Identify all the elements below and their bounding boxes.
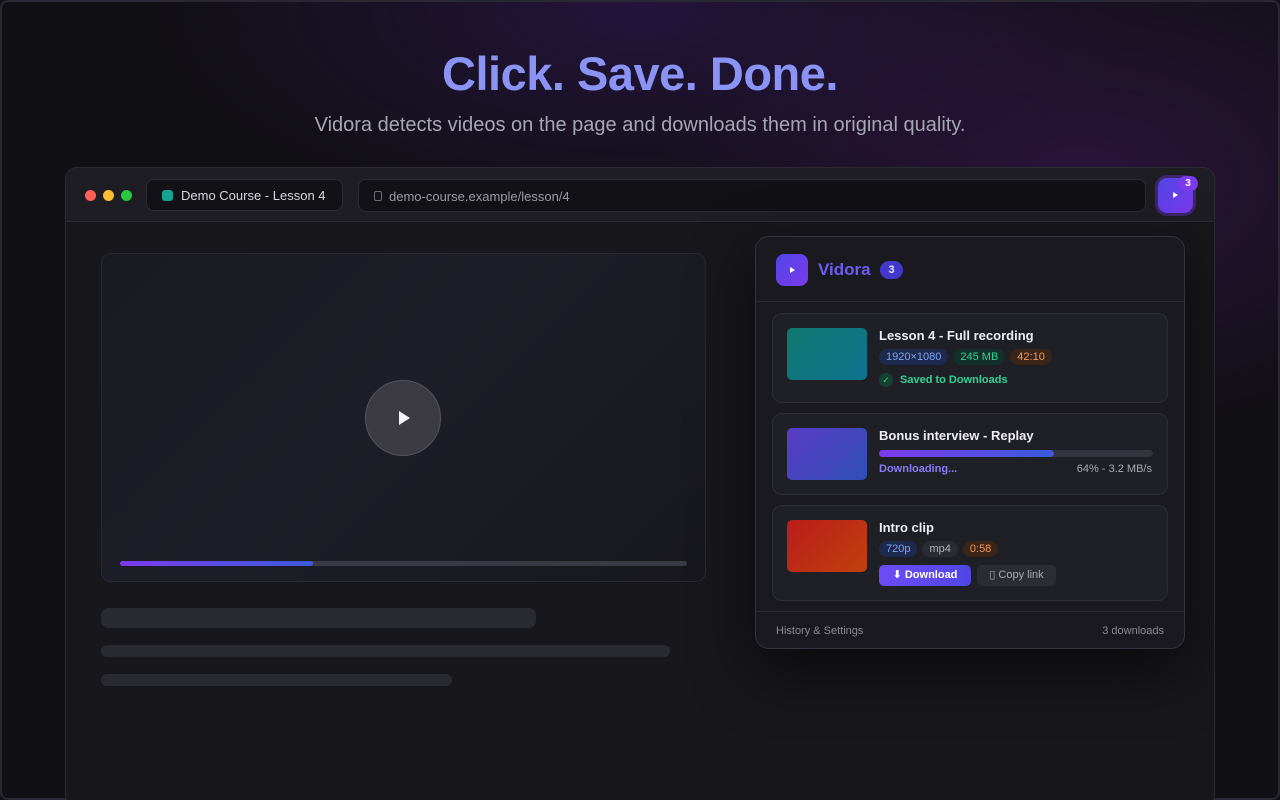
resolution-tag: 720p: [879, 541, 918, 557]
video-thumbnail: [787, 520, 867, 572]
minimize-window-button[interactable]: [103, 190, 114, 201]
url-text: demo-course.example/lesson/4: [389, 189, 570, 204]
downloads-count: 3 downloads: [1102, 625, 1164, 637]
video-title: Intro clip: [879, 520, 934, 535]
lock-icon: [374, 191, 382, 201]
video-meta: 720p mp4 0:58: [879, 541, 999, 557]
brand-name: Vidora: [818, 260, 871, 279]
video-title: Lesson 4 - Full recording: [879, 328, 1034, 343]
download-rate: 64% - 3.2 MB/s: [1076, 463, 1152, 475]
address-bar[interactable]: demo-course.example/lesson/4: [358, 179, 1146, 212]
download-status: Downloading...: [879, 463, 958, 475]
browser-toolbar: Demo Course - Lesson 4 demo-course.examp…: [66, 168, 1214, 222]
duration-tag: 0:58: [962, 541, 999, 557]
copy-link-button[interactable]: ▯ Copy link: [977, 565, 1056, 586]
video-item: Lesson 4 - Full recording 1920×1080 245 …: [772, 313, 1168, 403]
browser-window: Demo Course - Lesson 4 demo-course.examp…: [65, 167, 1215, 800]
seek-bar-progress: [120, 561, 313, 566]
video-title: Bonus interview - Replay: [879, 428, 1034, 443]
video-meta: 1920×1080 245 MB 42:10: [879, 349, 1052, 365]
skeleton-title: [101, 608, 536, 628]
favicon-icon: [162, 190, 173, 201]
skeleton-line: [101, 674, 452, 686]
saved-status: Saved to Downloads: [900, 374, 1008, 386]
resolution-tag: 1920×1080: [879, 349, 949, 365]
video-thumbnail: [787, 328, 867, 380]
check-icon: ✓: [879, 373, 893, 387]
download-progress-fill: [879, 450, 1055, 457]
popup-header: Vidora 3: [756, 237, 1184, 302]
play-icon: [1173, 192, 1178, 198]
extension-count-badge: 3: [1178, 176, 1198, 191]
hero-title: Click. Save. Done.: [442, 47, 838, 100]
duration-tag: 42:10: [1010, 349, 1052, 365]
close-window-button[interactable]: [85, 190, 96, 201]
video-player[interactable]: [101, 253, 706, 582]
play-icon: [399, 411, 410, 425]
video-item: Bonus interview - Replay Downloading... …: [772, 413, 1168, 495]
video-count-badge: 3: [880, 261, 903, 279]
history-settings-link[interactable]: History & Settings: [776, 625, 863, 637]
video-thumbnail: [787, 428, 867, 480]
hero-subtitle: Vidora detects videos on the page and do…: [314, 114, 966, 136]
maximize-window-button[interactable]: [121, 190, 132, 201]
browser-tab[interactable]: Demo Course - Lesson 4: [146, 179, 343, 211]
tab-title: Demo Course - Lesson 4: [181, 188, 326, 203]
size-tag: 245 MB: [953, 349, 1006, 365]
extension-popup: Vidora 3 Lesson 4 - Full recording 1920×…: [755, 236, 1185, 649]
download-button[interactable]: ⬇ Download: [879, 565, 971, 586]
popup-footer: History & Settings 3 downloads: [756, 611, 1184, 649]
download-progress-bar: [879, 450, 1153, 457]
format-tag: mp4: [922, 541, 958, 557]
video-item: Intro clip 720p mp4 0:58 ⬇ Download ▯ Co…: [772, 505, 1168, 601]
skeleton-line: [101, 645, 670, 657]
vidora-logo: [776, 254, 808, 286]
seek-bar[interactable]: [120, 561, 687, 566]
play-button[interactable]: [365, 380, 441, 456]
play-icon: [790, 267, 795, 273]
